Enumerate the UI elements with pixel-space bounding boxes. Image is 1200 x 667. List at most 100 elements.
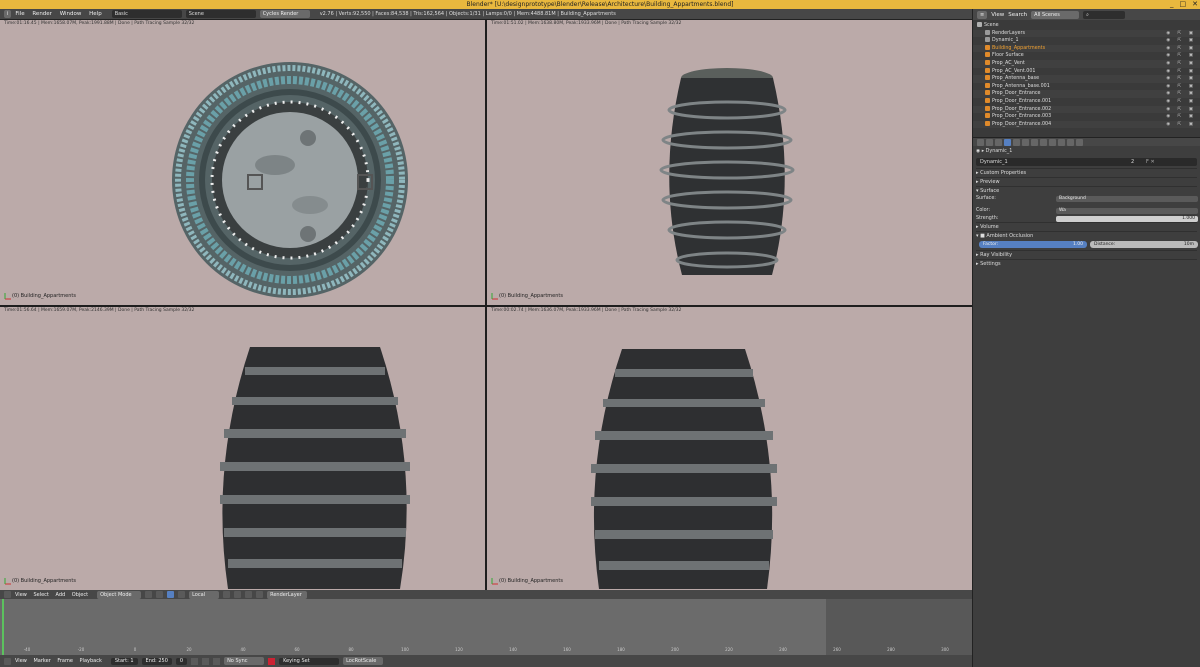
panel-surface[interactable]: ▾ Surface [976,185,1197,195]
layers-tab-icon[interactable] [986,138,993,146]
visibility-toggle-icons[interactable]: ◉ ⇱ ▣ [1166,68,1196,76]
ao-distance-slider[interactable]: Distance: 10m [1090,241,1198,249]
orientation-select[interactable]: Local [189,590,220,599]
panel-preview[interactable]: ▸ Preview [976,176,1197,186]
outliner-item[interactable]: Prop_Antenna_base ◉ ⇱ ▣ [973,75,1200,83]
close-icon[interactable]: ✕ [1192,0,1198,9]
menu-view[interactable]: View [15,592,27,598]
editor-type-icon[interactable] [4,657,11,665]
outliner-filter-select[interactable]: All Scenes [1031,10,1080,19]
constraints-tab-icon[interactable] [1022,138,1029,146]
outliner-item[interactable]: RenderLayers ◉ ⇱ ▣ [973,29,1200,38]
end-frame-field[interactable]: End: 250 [141,657,172,665]
outliner-item[interactable]: Dynamic_1 ◉ ⇱ ▣ [973,37,1200,45]
color-input-select[interactable]: Wa [1056,208,1198,215]
menu-marker[interactable]: Marker [33,658,50,664]
panel-volume[interactable]: ▸ Volume [976,222,1197,231]
render-layer-select[interactable]: RenderLayer [267,590,308,599]
render-engine-select[interactable]: Cycles Render [259,10,310,18]
visibility-toggle-icons[interactable]: ◉ ⇱ ▣ [1166,121,1196,129]
snap-icon[interactable] [245,591,253,598]
viewport-side[interactable]: Time:00:02.74 | Mem:1636.07M, Peak:1933.… [487,307,972,590]
panel-settings[interactable]: ▸ Settings [976,259,1197,268]
visibility-toggle-icons[interactable]: ◉ ⇱ ▣ [1166,37,1196,45]
maximize-icon[interactable]: □ [1180,0,1187,9]
material-tab-icon[interactable] [1049,138,1056,146]
outliner-item[interactable]: Prop_Door_Entrance ◉ ⇱ ▣ [973,90,1200,98]
current-frame-field[interactable]: 0 [175,657,188,665]
viewport-top[interactable]: Time:01:16.45 | Mem:1658.07M, Peak:1991.… [0,20,485,305]
outliner-item[interactable]: Prop_Door_Entrance.002 ◉ ⇱ ▣ [973,105,1200,114]
menu-frame[interactable]: Frame [57,658,73,664]
surface-shader-select[interactable]: Background [1056,195,1198,202]
particles-tab-icon[interactable] [1067,138,1074,146]
pivot-icon[interactable] [156,591,164,598]
visibility-toggle-icons[interactable]: ◉ ⇱ ▣ [1166,90,1196,98]
screen-selector[interactable]: Basic [111,10,182,18]
outliner-menu-view[interactable]: View [991,12,1004,18]
outliner-item[interactable]: Prop_AC_Vent ◉ ⇱ ▣ [973,59,1200,68]
layer-icon[interactable] [234,591,242,598]
outliner-item[interactable]: Prop_Door_Entrance.001 ◉ ⇱ ▣ [973,97,1200,106]
visibility-toggle-icons[interactable]: ◉ ⇱ ▣ [1166,98,1196,106]
timeline[interactable]: -40 -20 0 20 40 60 80 100 120 140 160 180 200 220 240 2… [0,599,972,655]
outliner-item[interactable]: Floor Surface ◉ ⇱ ▣ [973,52,1200,60]
render-icon[interactable] [256,591,264,598]
visibility-toggle-icons[interactable]: ◉ ⇱ ▣ [1166,75,1196,83]
outliner-item[interactable]: Scene [973,22,1200,30]
visibility-toggle-icons[interactable]: ◉ ⇱ ▣ [1166,113,1196,121]
viewport-perspective[interactable]: Time:01:51.02 | Mem:1638.80M, Peak:1933.… [487,20,972,305]
world-tab-icon[interactable] [1004,138,1011,146]
play-icon[interactable] [202,657,210,665]
start-frame-field[interactable]: Start: 1 [110,657,138,665]
jump-end-icon[interactable] [213,657,221,665]
viewport-front[interactable]: Time:01:56.64 | Mem:1659.07M, Peak:2146.… [0,307,485,590]
outliner-menu-search[interactable]: Search [1008,12,1027,18]
object-tab-icon[interactable] [1013,138,1020,146]
panel-ray-visibility[interactable]: ▸ Ray Visibility [976,250,1197,259]
keying-set-field[interactable]: Keying Set [279,657,340,665]
menu-file[interactable]: File [15,11,24,17]
panel-custom-properties[interactable]: ▸ Custom Properties [976,167,1197,177]
outliner-search-input[interactable]: ⌕ [1083,10,1126,19]
menu-object[interactable]: Object [72,592,88,598]
world-datablock-field[interactable]: Dynamic_1 2 F ✕ [976,157,1197,166]
outliner-item[interactable]: Prop_Antenna_base.001 ◉ ⇱ ▣ [973,82,1200,91]
render-tab-icon[interactable] [977,138,984,146]
shading-icon[interactable] [145,591,153,598]
mode-select[interactable]: Object Mode [97,590,142,599]
fake-user-icon[interactable]: F ✕ [1146,158,1155,166]
data-tab-icon[interactable] [1040,138,1047,146]
visibility-toggle-icons[interactable]: ◉ ⇱ ▣ [1166,60,1196,68]
editor-type-icon[interactable] [4,591,11,598]
scene-selector[interactable]: Scene [185,10,256,18]
texture-tab-icon[interactable] [1058,138,1065,146]
menu-render[interactable]: Render [32,11,52,17]
sync-select[interactable]: No Sync [224,657,265,665]
translate-icon[interactable] [178,591,186,598]
menu-view[interactable]: View [15,658,27,664]
menu-select[interactable]: Select [33,592,48,598]
jump-start-icon[interactable] [191,657,199,665]
ao-factor-slider[interactable]: Factor: 1.00 [979,241,1087,249]
visibility-toggle-icons[interactable]: ◉ ⇱ ▣ [1166,30,1196,38]
outliner-item[interactable]: Prop_AC_Vent.001 ◉ ⇱ ▣ [973,67,1200,76]
keying-type-select[interactable]: LocRotScale [343,657,384,665]
menu-playback[interactable]: Playback [80,658,102,664]
visibility-toggle-icons[interactable]: ◉ ⇱ ▣ [1166,52,1196,60]
outliner-item[interactable]: Prop_Door_Entrance.004 ◉ ⇱ ▣ [973,120,1200,129]
outliner-item[interactable]: Building_Appartments ◉ ⇱ ▣ [973,44,1200,53]
modifiers-tab-icon[interactable] [1031,138,1038,146]
outliner-item[interactable]: Prop_Door_Entrance.003 ◉ ⇱ ▣ [973,113,1200,121]
manipulator-icon[interactable] [167,591,175,598]
menu-help[interactable]: Help [89,11,102,17]
editor-type-icon[interactable]: ≡ [977,10,988,19]
layer-icon[interactable] [223,591,231,598]
strength-slider[interactable]: 1.000 [1056,215,1198,222]
visibility-toggle-icons[interactable]: ◉ ⇱ ▣ [1166,45,1196,53]
panel-ambient-occlusion[interactable]: ▾ ■ Ambient Occlusion [976,231,1197,240]
menu-window[interactable]: Window [60,11,82,17]
visibility-toggle-icons[interactable]: ◉ ⇱ ▣ [1166,106,1196,114]
visibility-toggle-icons[interactable]: ◉ ⇱ ▣ [1166,83,1196,91]
scene-tab-icon[interactable] [995,138,1002,146]
